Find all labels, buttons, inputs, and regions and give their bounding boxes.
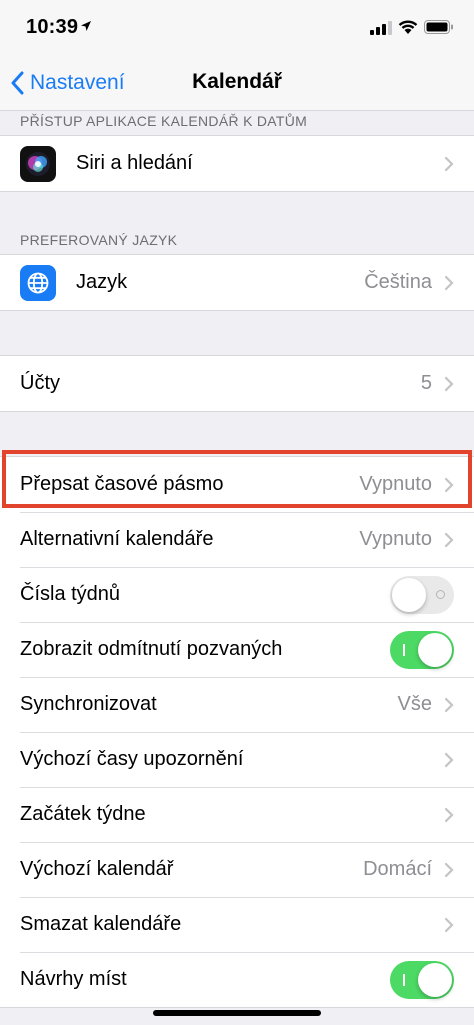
language-row[interactable]: Jazyk Čeština [0, 255, 474, 310]
language-value: Čeština [364, 271, 432, 293]
chevron-right-icon [444, 156, 454, 171]
chevron-right-icon [444, 477, 454, 492]
show-invitee-declines-row: Zobrazit odmítnutí pozvaných [0, 622, 474, 677]
override-timezone-label: Přepsat časové pásmo [20, 473, 224, 495]
start-week-label: Začátek týdne [20, 803, 146, 825]
location-suggestions-row: Návrhy míst [0, 952, 474, 1007]
delete-calendars-label: Smazat kalendáře [20, 913, 182, 935]
week-numbers-toggle[interactable] [390, 575, 454, 614]
status-bar: 10:39 [0, 0, 474, 56]
week-numbers-label: Čísla týdnů [20, 583, 121, 605]
location-suggestions-toggle[interactable] [390, 960, 454, 999]
chevron-right-icon [444, 275, 454, 290]
location-suggestions-label: Návrhy míst [20, 968, 127, 990]
show-invitee-declines-label: Zobrazit odmítnutí pozvaných [20, 638, 283, 660]
access-group: Siri a hledání [0, 135, 474, 192]
default-alert-times-row[interactable]: Výchozí časy upozornění [0, 732, 474, 787]
chevron-right-icon [444, 807, 454, 822]
cellular-signal-icon [370, 21, 392, 40]
chevron-right-icon [444, 532, 454, 547]
default-calendar-label: Výchozí kalendář [20, 858, 174, 880]
page-title: Kalendář [192, 70, 282, 93]
week-numbers-row: Čísla týdnů [0, 567, 474, 622]
alternate-calendars-row[interactable]: Alternativní kalendáře Vypnuto [0, 512, 474, 567]
settings-list: PŘÍSTUP APLIKACE KALENDÁŘ K DATŮM Siri a… [0, 111, 474, 1008]
siri-search-row[interactable]: Siri a hledání [0, 136, 474, 191]
globe-icon [20, 264, 56, 301]
calendar-settings-group: Přepsat časové pásmo Vypnuto Alternativn… [0, 456, 474, 1008]
sync-label: Synchronizovat [20, 693, 157, 715]
navigation-bar: Nastavení Kalendář [0, 56, 474, 111]
battery-icon [424, 20, 454, 39]
chevron-right-icon [444, 376, 454, 391]
accounts-row[interactable]: Účty 5 [0, 356, 474, 411]
siri-search-label: Siri a hledání [76, 152, 193, 174]
start-week-row[interactable]: Začátek týdne [0, 787, 474, 842]
chevron-right-icon [444, 862, 454, 877]
default-calendar-row[interactable]: Výchozí kalendář Domácí [0, 842, 474, 897]
status-time: 10:39 [26, 16, 79, 38]
default-alert-times-label: Výchozí časy upozornění [20, 748, 244, 770]
section-header-language: PREFEROVANÝ JAZYK [20, 232, 178, 248]
alternate-calendars-value: Vypnuto [359, 528, 432, 550]
sync-row[interactable]: Synchronizovat Vše [0, 677, 474, 732]
accounts-group: Účty 5 [0, 355, 474, 412]
section-header-access: PŘÍSTUP APLIKACE KALENDÁŘ K DATŮM [20, 113, 308, 129]
chevron-right-icon [444, 752, 454, 767]
language-group: Jazyk Čeština [0, 254, 474, 311]
show-invitee-declines-toggle[interactable] [390, 630, 454, 669]
accounts-label: Účty [20, 372, 60, 394]
home-indicator[interactable] [153, 1010, 321, 1016]
delete-calendars-row[interactable]: Smazat kalendáře [0, 897, 474, 952]
language-label: Jazyk [76, 271, 128, 293]
accounts-count: 5 [420, 372, 432, 394]
default-calendar-value: Domácí [363, 858, 432, 880]
sync-value: Vše [397, 693, 432, 715]
location-arrow-icon [80, 19, 92, 37]
override-timezone-row[interactable]: Přepsat časové pásmo Vypnuto [0, 457, 474, 512]
alternate-calendars-label: Alternativní kalendáře [20, 528, 214, 550]
siri-icon [20, 145, 56, 182]
chevron-right-icon [444, 917, 454, 932]
chevron-right-icon [444, 697, 454, 712]
override-timezone-value: Vypnuto [359, 473, 432, 495]
wifi-icon [398, 19, 418, 40]
